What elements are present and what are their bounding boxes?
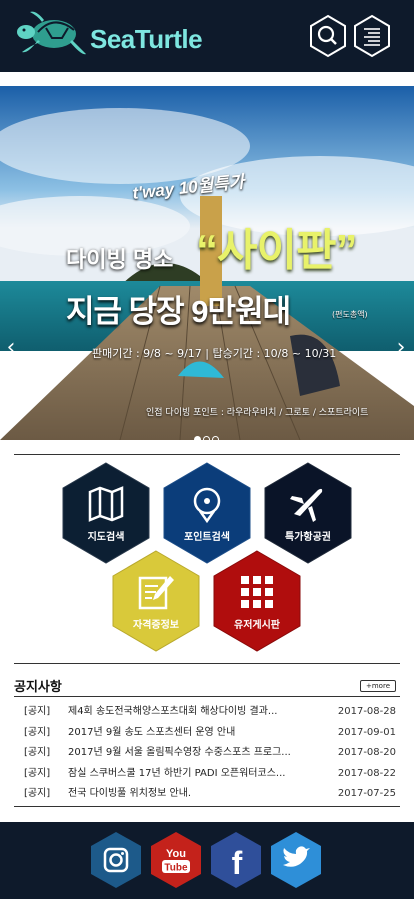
search-button[interactable] (308, 14, 348, 58)
map-icon (88, 486, 124, 522)
tile-label: 특가항공권 (285, 532, 331, 543)
facebook-icon: f (211, 832, 261, 888)
search-icon (310, 14, 346, 58)
certificate-info-tile[interactable]: 자격증정보 (112, 550, 200, 652)
twitter-link[interactable] (270, 831, 322, 889)
tile-label: 자격증정보 (133, 620, 179, 631)
notice-title[interactable]: 잠실 스쿠버스쿨 17년 하반기 PADI 오픈워터코스... (68, 764, 314, 784)
notice-title[interactable]: 전국 다이빙풀 위치정보 안내. (68, 784, 314, 804)
notice-tag: [공지] (24, 767, 51, 779)
map-search-tile[interactable]: 지도검색 (62, 462, 150, 564)
notice-date: 2017-09-01 (337, 726, 396, 738)
notice-date: 2017-08-20 (337, 747, 396, 758)
menu-icon (354, 14, 390, 58)
notice-item[interactable]: [공지] 전국 다이빙풀 위치정보 안내. 2017-07-25 (24, 784, 396, 805)
notice-item[interactable]: [공지] 제4회 송도전국해양스포츠대회 해상다이빙 결과... 2017-08… (24, 702, 396, 723)
brand-name: SeaTurtle (90, 24, 203, 54)
next-slide-button[interactable]: › (392, 336, 410, 360)
tile-label: 포인트검색 (184, 532, 230, 543)
divider (14, 663, 400, 664)
divider (14, 806, 400, 807)
tile-label: 지도검색 (87, 532, 125, 543)
notice-section-title: 공지사항 (14, 680, 62, 695)
notice-tag: [공지] (24, 747, 51, 758)
more-notices-button[interactable]: +more (360, 680, 396, 692)
notice-item[interactable]: [공지] 2017년 9월 송도 스포츠센터 운영 안내 2017-09-01 (24, 723, 396, 744)
prev-slide-button[interactable]: ‹ (2, 336, 20, 360)
instagram-icon (91, 832, 141, 888)
notice-list: [공지] 제4회 송도전국해양스포츠대회 해상다이빙 결과... 2017-08… (24, 702, 396, 805)
youtube-link[interactable]: You Tube (150, 831, 202, 889)
promo-headline-2: 지금 당장 9만원대 (66, 294, 291, 329)
airplane-icon (290, 488, 323, 522)
notice-tag: [공지] (24, 706, 51, 717)
notice-tag: [공지] (24, 726, 51, 738)
svg-text:f: f (232, 845, 243, 881)
promo-headline-1: 다이빙 명소 (66, 247, 174, 272)
divider (14, 454, 400, 455)
grid-board-icon (241, 576, 273, 608)
slide-dot[interactable] (212, 436, 219, 443)
promo-fare-note: (편도총액) (332, 310, 368, 319)
app-footer: You Tube f (0, 822, 414, 899)
svg-text:Tube: Tube (164, 863, 188, 874)
notice-item[interactable]: [공지] 잠실 스쿠버스쿨 17년 하반기 PADI 오픈워터코스... 201… (24, 764, 396, 785)
slide-indicator (193, 428, 220, 447)
notice-tag: [공지] (24, 788, 51, 799)
facebook-link[interactable]: f (210, 831, 262, 889)
tile-label: 유저게시판 (234, 620, 280, 631)
location-pin-icon (193, 487, 221, 524)
divider (14, 696, 400, 697)
app-header: SeaTurtle (0, 0, 414, 72)
slide-dot[interactable] (203, 436, 210, 443)
turtle-logo-icon (17, 11, 86, 55)
point-search-tile[interactable]: 포인트검색 (163, 462, 251, 564)
notice-title[interactable]: 2017년 9월 서울 올림픽수영장 수중스포츠 프로그... (68, 743, 314, 763)
user-board-tile[interactable]: 유저게시판 (213, 550, 301, 652)
instagram-link[interactable] (90, 831, 142, 889)
svg-text:You: You (166, 848, 186, 860)
notice-item[interactable]: [공지] 2017년 9월 서울 올림픽수영장 수중스포츠 프로그... 201… (24, 743, 396, 764)
certificate-edit-icon (138, 576, 174, 610)
flight-deals-tile[interactable]: 특가항공권 (264, 462, 352, 564)
menu-button[interactable] (352, 14, 392, 58)
notice-title[interactable]: 2017년 9월 송도 스포츠센터 운영 안내 (68, 723, 314, 743)
promo-caption: 인접 다이빙 포인트 : 라우라우비치 / 그로토 / 스포트라이트 (146, 408, 369, 418)
notice-title[interactable]: 제4회 송도전국해양스포츠대회 해상다이빙 결과... (68, 702, 314, 722)
notice-date: 2017-07-25 (337, 788, 396, 799)
twitter-icon (271, 832, 321, 888)
notice-date: 2017-08-28 (337, 706, 396, 717)
slide-dot[interactable] (194, 436, 201, 443)
youtube-icon: You Tube (151, 832, 201, 888)
seaturtle-logo[interactable]: SeaTurtle (16, 8, 216, 66)
promo-destination: “사이판” (196, 226, 357, 275)
promo-period: 판매기간 : 9/8 ~ 9/17 | 탑승기간 : 10/8 ~ 10/31 (92, 347, 337, 360)
notice-date: 2017-08-22 (337, 767, 396, 779)
